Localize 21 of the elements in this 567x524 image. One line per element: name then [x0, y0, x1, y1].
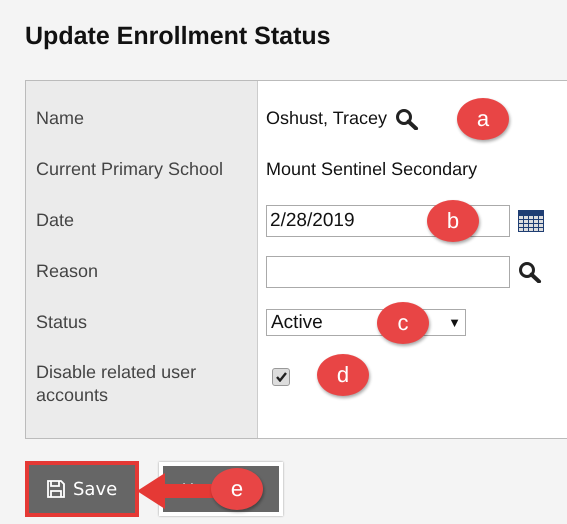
calendar-icon[interactable]	[518, 210, 544, 232]
callout-marker: a	[457, 98, 509, 140]
name-value: Oshust, Tracey	[266, 108, 388, 129]
reason-field[interactable]	[266, 256, 510, 288]
field-label: Name	[35, 107, 86, 130]
callout-marker: c	[377, 302, 429, 344]
callout-marker: b	[427, 200, 479, 242]
field-label: Reason	[35, 260, 100, 283]
school-value: Mount Sentinel Secondary	[266, 159, 478, 180]
floppy-icon	[47, 480, 65, 498]
field-label: Disable related user accounts	[35, 361, 198, 407]
search-icon[interactable]	[518, 260, 542, 282]
checkbox[interactable]	[272, 368, 290, 386]
field-label: Date	[35, 209, 76, 232]
search-icon[interactable]	[395, 108, 420, 130]
page-title: Update Enrollment Status	[24, 21, 332, 52]
checkmark-icon	[276, 372, 286, 382]
field-label: Status	[35, 311, 88, 334]
field-label: Current Primary School	[35, 158, 224, 181]
save-button[interactable]: Save	[25, 461, 140, 517]
callout-marker: d	[317, 354, 369, 396]
